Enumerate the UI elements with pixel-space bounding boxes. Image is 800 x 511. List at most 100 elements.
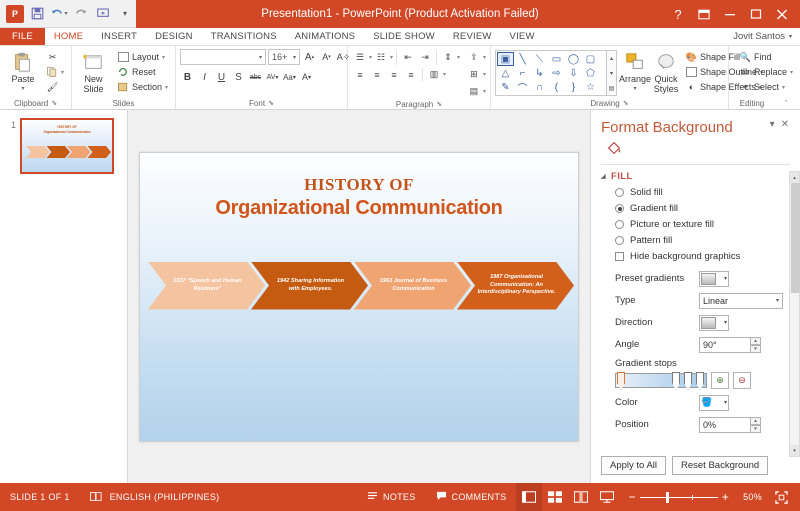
option-pattern-fill[interactable]: Pattern fill [615, 235, 792, 246]
option-hide-background-graphics[interactable]: Hide background graphics [615, 251, 792, 262]
pane-scroll-thumb[interactable] [791, 183, 800, 293]
align-text-button[interactable]: ⊞ [466, 67, 482, 82]
radio-pattern-fill[interactable] [615, 236, 624, 245]
position-spinner-up[interactable]: ▴ [750, 416, 761, 425]
customize-qat-icon[interactable]: ▾ [114, 3, 136, 25]
fill-bucket-icon[interactable] [603, 138, 625, 158]
text-shadow-button[interactable]: S [231, 70, 246, 85]
arrange-button[interactable]: Arrange ▾ [619, 48, 651, 94]
shape-line[interactable]: ╲ [514, 52, 531, 66]
shapes-scroll-up-icon[interactable]: ▴ [607, 51, 616, 65]
shape-left-brace[interactable]: ( [548, 80, 565, 94]
paragraph-dialog-launcher[interactable]: ⬊ [436, 100, 442, 108]
text-direction-button[interactable]: ⇪ [466, 50, 482, 65]
collapse-ribbon-icon[interactable]: ⌃ [783, 99, 789, 107]
increase-font-size-button[interactable]: A ▴ [302, 50, 317, 65]
tab-home[interactable]: HOME [44, 28, 93, 45]
zoom-out-icon[interactable]: − [628, 490, 635, 504]
bold-button[interactable]: B [180, 70, 195, 85]
new-slide-button[interactable]: New Slide [76, 48, 111, 94]
reset-button[interactable]: Reset [115, 65, 171, 79]
slide-sorter-button[interactable] [542, 483, 568, 511]
shape-rectangle[interactable]: ▭ [548, 52, 565, 66]
tab-transitions[interactable]: TRANSITIONS [202, 28, 286, 45]
drawing-dialog-launcher[interactable]: ⬊ [623, 99, 629, 107]
pane-scroll-up-icon[interactable]: ▴ [790, 172, 799, 183]
shape-arrow[interactable]: ⟍ [531, 52, 548, 66]
apply-to-all-button[interactable]: Apply to All [601, 456, 666, 475]
cut-button[interactable]: ✂ [44, 50, 67, 64]
replace-button[interactable]: ab Replace ▾ [737, 65, 796, 79]
line-spacing-button[interactable]: ⇕ [440, 50, 456, 65]
slide-canvas[interactable]: HISTORY OF Organizational Communication … [139, 151, 579, 442]
angle-spinner[interactable]: ▴ ▾ [750, 336, 761, 353]
ribbon-display-options-button[interactable] [692, 3, 716, 25]
change-case-button[interactable]: Aa ▾ [282, 70, 297, 85]
minimize-button[interactable] [718, 3, 742, 25]
gradient-stop-3[interactable] [684, 372, 692, 390]
slide-show-button[interactable] [594, 483, 620, 511]
find-button[interactable]: 🔍 Find [737, 50, 796, 64]
character-spacing-button[interactable]: AV ▾ [265, 70, 280, 85]
angle-spinner-down[interactable]: ▾ [750, 344, 761, 353]
tab-animations[interactable]: ANIMATIONS [286, 28, 364, 45]
redo-icon[interactable] [70, 3, 92, 25]
shapes-more-icon[interactable]: ▤ [607, 81, 616, 95]
shape-oval[interactable]: ◯ [565, 52, 582, 66]
tab-review[interactable]: REVIEW [444, 28, 501, 45]
decrease-font-size-button[interactable]: A ▾ [319, 50, 334, 65]
zoom-slider[interactable]: − + [620, 490, 737, 504]
align-right-button[interactable]: ≡ [386, 67, 402, 82]
maximize-button[interactable] [744, 3, 768, 25]
shape-freeform[interactable]: ✎ [497, 80, 514, 94]
help-button[interactable]: ? [666, 3, 690, 25]
increase-indent-button[interactable]: ⇥ [417, 50, 433, 65]
tab-file[interactable]: FILE [0, 28, 45, 45]
justify-button[interactable]: ≡ [403, 67, 419, 82]
option-gradient-fill[interactable]: Gradient fill [615, 203, 792, 214]
layout-button[interactable]: Layout ▾ [115, 50, 171, 64]
shape-down-arrow[interactable]: ⇩ [565, 66, 582, 80]
copy-button[interactable]: ▾ [44, 65, 67, 79]
font-name-input[interactable]: ▾ [180, 49, 266, 65]
paste-button[interactable]: Paste ▾ [4, 48, 42, 94]
radio-solid-fill[interactable] [615, 188, 624, 197]
tab-slide-show[interactable]: SLIDE SHOW [364, 28, 444, 45]
pane-options-icon[interactable]: ▾ [767, 119, 778, 130]
radio-picture-fill[interactable] [615, 220, 624, 229]
convert-to-smartart-button[interactable]: ▤ [466, 84, 482, 99]
undo-icon[interactable]: ▾ [48, 3, 70, 25]
quick-styles-button[interactable]: Quick Styles [653, 48, 679, 94]
align-left-button[interactable]: ≡ [352, 67, 368, 82]
position-spinner-down[interactable]: ▾ [750, 424, 761, 433]
reset-background-button[interactable]: Reset Background [672, 456, 769, 475]
fill-section-header[interactable]: ◢ FILL [601, 171, 792, 182]
gradient-stops-bar[interactable] [615, 372, 707, 390]
font-size-input[interactable]: 16+ ▾ [268, 49, 300, 65]
paste-dropdown-icon[interactable]: ▾ [21, 84, 24, 94]
add-gradient-stop-button[interactable]: ⊕ [711, 372, 729, 389]
strikethrough-button[interactable]: abc [248, 70, 263, 85]
shapes-gallery[interactable]: ▣ ╲ ⟍ ▭ ◯ ▢ △ ⌐ ↳ ⇨ ⇩ ⬠ ✎ ⌒ ∩ (} ☆ [494, 50, 607, 96]
shape-star[interactable]: ☆ [582, 80, 599, 94]
timeline-chevron-3[interactable]: 1963 Journal of Business Communication [354, 262, 471, 310]
font-dialog-launcher[interactable]: ⬊ [268, 99, 274, 107]
font-color-button[interactable]: A ▾ [299, 70, 314, 85]
checkbox-hide-background-graphics[interactable] [615, 252, 624, 261]
direction-dropdown[interactable]: ▾ [699, 314, 729, 331]
tab-design[interactable]: DESIGN [146, 28, 202, 45]
user-account[interactable]: Jovit Santos ▾ [733, 28, 800, 45]
thumbnail-preview[interactable]: HISTORY OF Organizational Communication [20, 118, 114, 174]
save-icon[interactable] [26, 3, 48, 25]
timeline-chevron-2[interactable]: 1942 Sharing Information with Employees. [251, 262, 368, 310]
format-painter-button[interactable]: 🖌 [44, 80, 67, 94]
reading-view-button[interactable] [568, 483, 594, 511]
angle-spinner-up[interactable]: ▴ [750, 336, 761, 345]
language-indicator[interactable]: ENGLISH (PHILIPPINES) [80, 483, 230, 511]
shape-curve[interactable]: ∩ [531, 80, 548, 94]
timeline-chevron-4[interactable]: 1987 Organizational Communication: An In… [457, 262, 574, 310]
start-slideshow-icon[interactable] [92, 3, 114, 25]
shape-curved-connector[interactable]: ↳ [531, 66, 548, 80]
comments-button[interactable]: COMMENTS [426, 483, 517, 511]
type-dropdown[interactable]: Linear ▾ [699, 292, 783, 309]
